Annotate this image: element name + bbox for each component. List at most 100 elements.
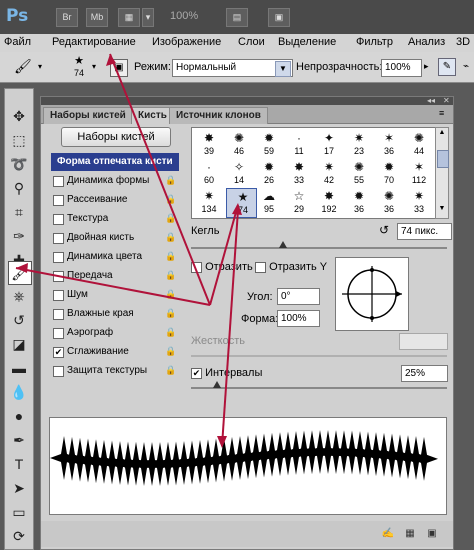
flip-x-option[interactable]: Отразить X (191, 261, 263, 273)
tab-brush[interactable]: Кисть (131, 107, 174, 124)
option-checkbox[interactable] (53, 214, 64, 225)
mini-bridge-button[interactable]: Mb (86, 8, 108, 27)
brush-option-item[interactable]: Динамика цвета 🔒 (51, 248, 179, 266)
brush-tip-cell[interactable]: ✸ 39 (196, 130, 222, 158)
tab-clone-source[interactable]: Источник клонов (169, 107, 268, 124)
menu-file[interactable]: Файл (4, 36, 31, 48)
option-checkbox[interactable] (53, 176, 64, 187)
brush-tip-cell[interactable]: ✷ 134 (196, 188, 222, 216)
type-tool-icon[interactable]: T (8, 453, 30, 475)
opacity-field[interactable]: 100% (381, 59, 422, 77)
brush-picker-dropdown-icon[interactable]: ▾ (92, 62, 96, 71)
shape-tool-icon[interactable]: ▭ (8, 501, 30, 523)
eyedropper-tool-icon[interactable]: ✑ (8, 225, 30, 247)
spacing-field[interactable]: 25% (401, 365, 448, 382)
clone-stamp-tool-icon[interactable]: ⎈ (8, 285, 30, 307)
panel-header[interactable] (41, 97, 453, 105)
lock-icon[interactable]: 🔒 (165, 194, 176, 205)
flip-x-checkbox[interactable] (191, 261, 202, 273)
brush-option-item[interactable]: Шум 🔒 (51, 286, 179, 304)
lock-icon[interactable]: 🔒 (165, 289, 176, 300)
roundness-field[interactable]: 100% (277, 310, 320, 327)
menu-select[interactable]: Выделение (278, 36, 336, 48)
brush-tip-cell[interactable]: ✦ 17 (316, 130, 342, 158)
hardness-field[interactable] (399, 333, 448, 350)
brush-tip-cell[interactable]: ✺ 44 (406, 130, 432, 158)
brush-grid-scrollbar[interactable]: ▲ ▼ (435, 127, 449, 219)
scroll-thumb[interactable] (437, 150, 449, 168)
restore-size-icon[interactable]: ↺ (379, 223, 389, 237)
pen-tool-icon[interactable]: ✒ (8, 429, 30, 451)
scroll-up-icon[interactable]: ▲ (437, 129, 447, 139)
tool-preset-dropdown-icon[interactable]: ▾ (38, 62, 42, 71)
menu-edit[interactable]: Редактирование (52, 36, 136, 48)
size-slider-track[interactable] (191, 247, 447, 249)
dodge-tool-icon[interactable]: ● (8, 405, 30, 427)
option-checkbox[interactable] (53, 290, 64, 301)
spacing-option[interactable]: ✔ Интервалы (191, 367, 262, 379)
spacing-slider-track[interactable] (191, 387, 447, 389)
collapse-panel-icon[interactable]: ◂◂ (427, 96, 435, 105)
brush-tool-icon-active[interactable]: 🖌 (8, 261, 32, 285)
option-checkbox[interactable] (53, 195, 64, 206)
new-preset-icon[interactable]: ▣ (425, 527, 439, 541)
brush-tip-cell[interactable]: ✷ 23 (346, 130, 372, 158)
lock-icon[interactable]: 🔒 (165, 232, 176, 243)
brush-tip-cell[interactable]: ✺ 46 (226, 130, 252, 158)
option-checkbox[interactable] (53, 271, 64, 282)
panel-menu-icon[interactable]: ≡ (439, 108, 444, 118)
flip-y-option[interactable]: Отразить Y (255, 261, 327, 273)
path-selection-tool-icon[interactable]: ➤ (8, 477, 30, 499)
zoom-level[interactable]: 100% (170, 10, 198, 22)
hardness-slider-track[interactable] (191, 355, 447, 357)
move-tool-icon[interactable]: ✥ (8, 105, 30, 127)
brush-tip-cell[interactable]: ✹ 36 (346, 188, 372, 216)
marquee-tool-icon[interactable]: ⬚ (8, 129, 30, 151)
menu-layers[interactable]: Слои (238, 36, 265, 48)
grid-view-icon[interactable]: ▦ (403, 527, 417, 541)
brush-tip-cell[interactable]: ✧ 14 (226, 159, 252, 187)
brush-option-item[interactable]: Рассеивание 🔒 (51, 191, 179, 209)
airbrush-icon[interactable]: ⌁ (460, 58, 472, 76)
option-checkbox[interactable] (53, 328, 64, 339)
lasso-tool-icon[interactable]: ➰ (8, 153, 30, 175)
lock-icon[interactable]: 🔒 (165, 365, 176, 376)
brush-tip-cell[interactable]: ✺ 55 (346, 159, 372, 187)
brush-option-item[interactable]: Влажные края 🔒 (51, 305, 179, 323)
brush-tip-cell[interactable]: ✸ 192 (316, 188, 342, 216)
tab-brush-presets[interactable]: Наборы кистей (43, 107, 133, 124)
gradient-tool-icon[interactable]: ▬ (8, 357, 30, 379)
brush-option-item[interactable]: Текстура 🔒 (51, 210, 179, 228)
screen-mode-button[interactable]: ▣ (268, 8, 290, 27)
brush-option-item[interactable]: Защита текстуры 🔒 (51, 362, 179, 380)
option-checkbox[interactable]: ✔ (53, 347, 64, 358)
eraser-tool-icon[interactable]: ◪ (8, 333, 30, 355)
brush-tip-cell[interactable]: ✷ 42 (316, 159, 342, 187)
lock-icon[interactable]: 🔒 (165, 308, 176, 319)
size-slider-knob[interactable] (279, 241, 287, 248)
blur-tool-icon[interactable]: 💧 (8, 381, 30, 403)
opacity-slider-icon[interactable]: ▸ (424, 61, 429, 72)
angle-field[interactable]: 0° (277, 288, 320, 305)
brush-tip-cell[interactable]: ✹ 70 (376, 159, 402, 187)
lock-icon[interactable]: 🔒 (165, 346, 176, 357)
extras-dropdown-icon[interactable]: ▾ (142, 8, 154, 27)
bridge-button[interactable]: Br (56, 8, 78, 27)
brush-option-item[interactable]: Двойная кисть 🔒 (51, 229, 179, 247)
scroll-down-icon[interactable]: ▼ (437, 205, 447, 215)
lock-icon[interactable]: 🔒 (165, 213, 176, 224)
brush-tip-cell[interactable]: ✷ 33 (406, 188, 432, 216)
brush-tip-cell[interactable]: ✹ 26 (256, 159, 282, 187)
menu-3d[interactable]: 3D (456, 36, 470, 48)
brush-tip-cell[interactable]: ✸ 33 (286, 159, 312, 187)
brush-option-item[interactable]: Динамика формы 🔒 (51, 172, 179, 190)
menu-filter[interactable]: Фильтр (356, 36, 393, 48)
quick-selection-tool-icon[interactable]: ⚲ (8, 177, 30, 199)
brush-option-item[interactable]: Форма отпечатка кисти (51, 153, 179, 171)
brush-tip-cell[interactable]: ✶ 112 (406, 159, 432, 187)
option-checkbox[interactable] (53, 233, 64, 244)
spacing-checkbox[interactable]: ✔ (191, 367, 202, 379)
brush-tip-cell[interactable]: · 60 (196, 159, 222, 187)
option-checkbox[interactable] (53, 252, 64, 263)
lock-icon[interactable]: 🔒 (165, 270, 176, 281)
